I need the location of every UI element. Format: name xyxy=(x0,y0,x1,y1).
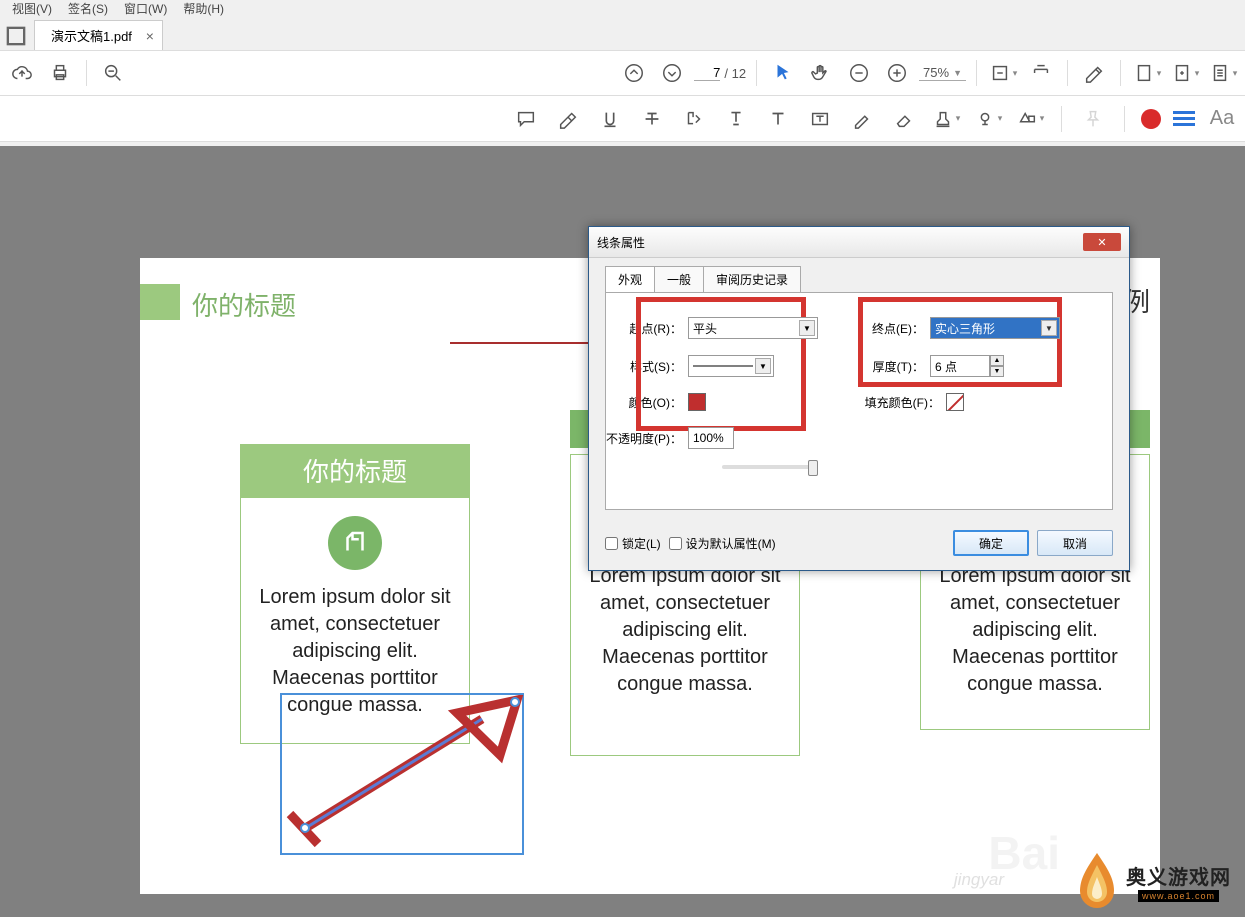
spin-down-icon[interactable]: ▼ xyxy=(990,366,1004,377)
flame-icon xyxy=(1074,851,1120,911)
text-tool-icon[interactable] xyxy=(763,104,793,134)
dialog-footer: 锁定(L) 设为默认属性(M) 确定 取消 xyxy=(589,522,1129,570)
lock-checkbox[interactable]: 锁定(L) xyxy=(605,535,661,552)
page-total: / 12 xyxy=(724,66,746,81)
label-opacity: 不透明度(P)： xyxy=(590,430,682,447)
menu-view[interactable]: 视图(V) xyxy=(4,0,60,16)
page-number: / 12 xyxy=(694,65,746,81)
attach-icon[interactable]: ▾ xyxy=(973,104,1003,134)
tab-history[interactable]: 审阅历史记录 xyxy=(703,266,801,292)
line-properties-dialog: 线条属性 ✕ 外观 一般 审阅历史记录 起点(R)： 平头▼ 终点(E)： 实心… xyxy=(588,226,1130,571)
shapes-icon[interactable]: ▾ xyxy=(1015,104,1045,134)
zoom-minus-icon[interactable] xyxy=(843,57,875,89)
pencil-icon[interactable] xyxy=(847,104,877,134)
menu-sign[interactable]: 签名(S) xyxy=(60,0,116,16)
annotation-toolbar: ▾ ▾ ▾ Aa xyxy=(0,96,1245,142)
selection-box[interactable] xyxy=(280,693,524,855)
watermark-url: www.aoe1.com xyxy=(1138,890,1219,902)
watermark-text: 奥义游戏网 xyxy=(1126,861,1231,890)
page-down-icon[interactable] xyxy=(656,57,688,89)
zoom-select[interactable]: 75%▼ xyxy=(919,65,966,81)
dialog-title: 线条属性 xyxy=(597,234,645,251)
document-tab[interactable]: 演示文稿1.pdf × xyxy=(34,20,163,50)
text-underline-icon[interactable] xyxy=(595,104,625,134)
zoom-out-icon[interactable] xyxy=(97,57,129,89)
handle-end[interactable] xyxy=(510,697,520,707)
page-up-icon[interactable] xyxy=(618,57,650,89)
tool-drag-icon[interactable] xyxy=(2,22,30,50)
tab-appearance[interactable]: 外观 xyxy=(605,266,655,292)
text-strikethrough-icon[interactable] xyxy=(637,104,667,134)
highlighter-icon[interactable] xyxy=(553,104,583,134)
menu-window[interactable]: 窗口(W) xyxy=(116,0,175,16)
textbox-icon[interactable] xyxy=(805,104,835,134)
dialog-titlebar[interactable]: 线条属性 ✕ xyxy=(589,227,1129,258)
main-toolbar: / 12 75%▼ ▾ ▾ ▾ ▾ xyxy=(0,50,1245,96)
close-icon[interactable]: × xyxy=(146,28,154,44)
dialog-tabs: 外观 一般 审阅历史记录 xyxy=(605,266,1129,292)
label-fill: 填充颜色(F)： xyxy=(850,394,940,411)
default-checkbox[interactable]: 设为默认属性(M) xyxy=(669,535,776,552)
cloud-upload-icon[interactable] xyxy=(6,57,38,89)
page-add-icon[interactable]: ▾ xyxy=(1169,57,1201,89)
fit-width-icon[interactable]: ▾ xyxy=(987,57,1019,89)
cursor-icon[interactable] xyxy=(767,57,799,89)
label-style: 样式(S)： xyxy=(614,358,682,375)
text-insert-icon[interactable] xyxy=(721,104,751,134)
start-combo[interactable]: 平头▼ xyxy=(688,317,818,339)
opacity-slider[interactable] xyxy=(722,465,812,469)
menu-bar: 视图(V) 签名(S) 窗口(W) 帮助(H) xyxy=(0,0,1245,16)
card-text: Lorem ipsum dolor sit amet, consectetuer… xyxy=(581,563,789,698)
pin-icon[interactable] xyxy=(1078,104,1108,134)
text-replace-icon[interactable] xyxy=(679,104,709,134)
comment-icon[interactable] xyxy=(511,104,541,134)
page-input[interactable] xyxy=(694,65,720,81)
handle-start[interactable] xyxy=(300,823,310,833)
tab-bar: 演示文稿1.pdf × xyxy=(0,16,1245,50)
line-weight-icon[interactable] xyxy=(1173,111,1195,126)
color-swatch[interactable] xyxy=(688,393,706,411)
hand-icon[interactable] xyxy=(805,57,837,89)
thickness-spinner[interactable]: ▲▼ xyxy=(930,355,1004,377)
print-icon[interactable] xyxy=(44,57,76,89)
opacity-input[interactable]: 100% xyxy=(688,427,734,449)
stamp-icon[interactable]: ▾ xyxy=(931,104,961,134)
label-end: 终点(E)： xyxy=(850,320,924,337)
eraser-icon[interactable] xyxy=(889,104,919,134)
cancel-button[interactable]: 取消 xyxy=(1037,530,1113,556)
end-combo[interactable]: 实心三角形▼ xyxy=(930,317,1060,339)
card-icon xyxy=(328,516,382,570)
card-header: 你的标题 xyxy=(240,444,470,497)
label-start: 起点(R)： xyxy=(614,320,682,337)
tab-label: 演示文稿1.pdf xyxy=(51,26,132,45)
zoom-plus-icon[interactable] xyxy=(881,57,913,89)
edit-icon[interactable] xyxy=(1078,57,1110,89)
baidu-watermark: Bai xyxy=(988,826,1060,880)
title-accent xyxy=(140,284,180,320)
menu-help[interactable]: 帮助(H) xyxy=(175,0,232,16)
baidu-sub: jingyar xyxy=(954,870,1004,890)
page-more-icon[interactable]: ▾ xyxy=(1207,57,1239,89)
slider-thumb[interactable] xyxy=(808,460,818,476)
rotate-icon[interactable] xyxy=(1025,57,1057,89)
fill-swatch[interactable] xyxy=(946,393,964,411)
style-combo[interactable]: ▼ xyxy=(688,355,774,377)
label-thickness: 厚度(T)： xyxy=(850,358,924,375)
dialog-panel: 起点(R)： 平头▼ 终点(E)： 实心三角形▼ 样式(S)： ▼ 厚度(T)：… xyxy=(605,292,1113,510)
color-picker[interactable] xyxy=(1141,109,1161,129)
close-icon[interactable]: ✕ xyxy=(1083,233,1121,251)
page-icon[interactable]: ▾ xyxy=(1131,57,1163,89)
ok-button[interactable]: 确定 xyxy=(953,530,1029,556)
font-icon[interactable]: Aa xyxy=(1207,104,1237,134)
spin-up-icon[interactable]: ▲ xyxy=(990,355,1004,366)
label-color: 颜色(O)： xyxy=(614,394,682,411)
card-text: Lorem ipsum dolor sit amet, consectetuer… xyxy=(931,563,1139,698)
site-watermark: 奥义游戏网 www.aoe1.com xyxy=(1074,851,1231,911)
thickness-input[interactable] xyxy=(930,355,990,377)
page-title: 你的标题 xyxy=(192,286,296,323)
tab-general[interactable]: 一般 xyxy=(654,266,704,292)
